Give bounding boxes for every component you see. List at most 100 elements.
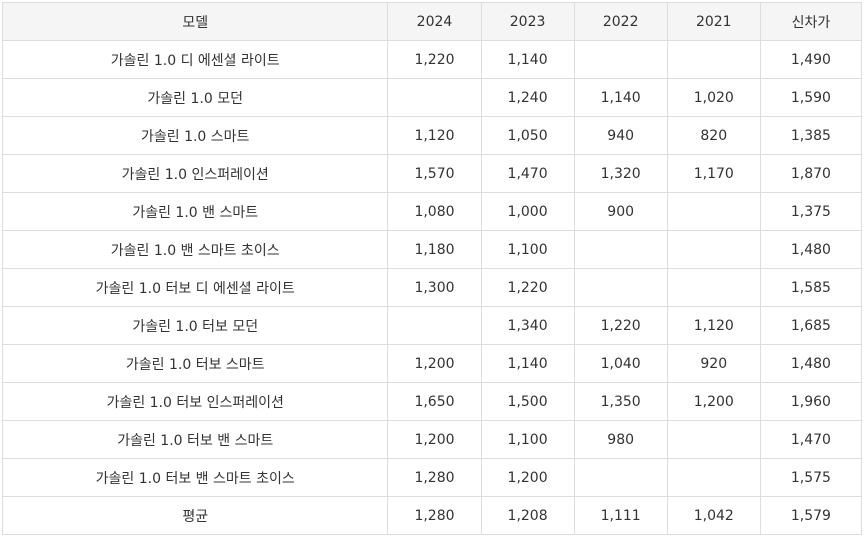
cell-2022: 1,140: [573, 78, 668, 117]
cell-2022: 900: [573, 192, 668, 231]
header-2021: 2021: [666, 2, 761, 41]
cell-2022: 1,111: [573, 496, 668, 535]
cell-new-car-price: 1,385: [759, 116, 863, 155]
cell-new-car-price: 1,590: [759, 78, 863, 117]
cell-new-car-price: 1,470: [759, 420, 863, 459]
cell-2021: 1,042: [666, 496, 761, 535]
cell-model: 가솔린 1.0 디 에센셜 라이트: [1, 40, 389, 79]
cell-new-car-price: 1,960: [759, 382, 863, 421]
cell-2022: [573, 458, 668, 497]
cell-new-car-price: 1,480: [759, 230, 863, 269]
cell-new-car-price: 1,490: [759, 40, 863, 79]
cell-2024: 1,280: [387, 458, 482, 497]
cell-2023: 1,220: [480, 268, 575, 307]
cell-2023: 1,140: [480, 344, 575, 383]
table-row-average: 평균 1,280 1,208 1,111 1,042 1,579: [1, 496, 863, 535]
cell-model: 가솔린 1.0 인스퍼레이션: [1, 154, 389, 193]
cell-2023: 1,200: [480, 458, 575, 497]
cell-2023: 1,140: [480, 40, 575, 79]
cell-2024: 1,180: [387, 230, 482, 269]
table-header-row: 모델 2024 2023 2022 2021 신차가: [1, 2, 863, 41]
table-row: 가솔린 1.0 터보 밴 스마트 초이스 1,280 1,200 1,575: [1, 458, 863, 497]
cell-2021: 820: [666, 116, 761, 155]
header-2024: 2024: [387, 2, 482, 41]
cell-2023: 1,000: [480, 192, 575, 231]
used-car-price-table: 모델 2024 2023 2022 2021 신차가 가솔린 1.0 디 에센셜…: [1, 2, 863, 535]
cell-model: 가솔린 1.0 터보 밴 스마트: [1, 420, 389, 459]
table-row: 가솔린 1.0 인스퍼레이션 1,570 1,470 1,320 1,170 1…: [1, 154, 863, 193]
cell-2023: 1,470: [480, 154, 575, 193]
cell-2024: 1,120: [387, 116, 482, 155]
cell-model: 가솔린 1.0 밴 스마트: [1, 192, 389, 231]
cell-2023: 1,340: [480, 306, 575, 345]
table-row: 가솔린 1.0 터보 인스퍼레이션 1,650 1,500 1,350 1,20…: [1, 382, 863, 421]
cell-2022: 1,320: [573, 154, 668, 193]
header-model: 모델: [1, 2, 389, 41]
cell-2022: 1,220: [573, 306, 668, 345]
table-row: 가솔린 1.0 모던 1,240 1,140 1,020 1,590: [1, 78, 863, 117]
cell-new-car-price: 1,575: [759, 458, 863, 497]
cell-2021: 1,020: [666, 78, 761, 117]
cell-model: 가솔린 1.0 터보 모던: [1, 306, 389, 345]
cell-model: 가솔린 1.0 터보 스마트: [1, 344, 389, 383]
cell-2023: 1,240: [480, 78, 575, 117]
cell-2022: 1,040: [573, 344, 668, 383]
table-row: 가솔린 1.0 터보 모던 1,340 1,220 1,120 1,685: [1, 306, 863, 345]
cell-2023: 1,100: [480, 230, 575, 269]
cell-2022: 940: [573, 116, 668, 155]
cell-model: 가솔린 1.0 밴 스마트 초이스: [1, 230, 389, 269]
cell-model: 가솔린 1.0 스마트: [1, 116, 389, 155]
cell-new-car-price: 1,480: [759, 344, 863, 383]
cell-new-car-price: 1,870: [759, 154, 863, 193]
cell-model: 가솔린 1.0 터보 인스퍼레이션: [1, 382, 389, 421]
cell-2021: 1,170: [666, 154, 761, 193]
cell-new-car-price: 1,579: [759, 496, 863, 535]
cell-model: 가솔린 1.0 터보 디 에센셜 라이트: [1, 268, 389, 307]
cell-2024: 1,080: [387, 192, 482, 231]
cell-2022: [573, 40, 668, 79]
table-row: 가솔린 1.0 디 에센셜 라이트 1,220 1,140 1,490: [1, 40, 863, 79]
cell-2022: [573, 268, 668, 307]
cell-model: 가솔린 1.0 터보 밴 스마트 초이스: [1, 458, 389, 497]
cell-2024: 1,280: [387, 496, 482, 535]
header-2022: 2022: [573, 2, 668, 41]
table-row: 가솔린 1.0 스마트 1,120 1,050 940 820 1,385: [1, 116, 863, 155]
cell-2024: 1,200: [387, 420, 482, 459]
cell-2023: 1,208: [480, 496, 575, 535]
cell-2024: 1,300: [387, 268, 482, 307]
cell-2022: 980: [573, 420, 668, 459]
cell-2024: 1,650: [387, 382, 482, 421]
cell-2021: [666, 230, 761, 269]
cell-2023: 1,050: [480, 116, 575, 155]
cell-2021: 920: [666, 344, 761, 383]
price-table-container: 모델 2024 2023 2022 2021 신차가 가솔린 1.0 디 에센셜…: [1, 2, 863, 535]
header-2023: 2023: [480, 2, 575, 41]
cell-model: 평균: [1, 496, 389, 535]
cell-2021: [666, 420, 761, 459]
cell-2023: 1,500: [480, 382, 575, 421]
cell-2024: 1,220: [387, 40, 482, 79]
cell-2024: 1,200: [387, 344, 482, 383]
cell-2021: [666, 268, 761, 307]
table-row: 가솔린 1.0 터보 디 에센셜 라이트 1,300 1,220 1,585: [1, 268, 863, 307]
cell-new-car-price: 1,685: [759, 306, 863, 345]
cell-2022: 1,350: [573, 382, 668, 421]
cell-new-car-price: 1,375: [759, 192, 863, 231]
cell-2024: [387, 306, 482, 345]
cell-new-car-price: 1,585: [759, 268, 863, 307]
cell-2022: [573, 230, 668, 269]
cell-2021: 1,200: [666, 382, 761, 421]
cell-2021: [666, 40, 761, 79]
cell-2021: [666, 458, 761, 497]
cell-model: 가솔린 1.0 모던: [1, 78, 389, 117]
table-row: 가솔린 1.0 터보 밴 스마트 1,200 1,100 980 1,470: [1, 420, 863, 459]
cell-2021: 1,120: [666, 306, 761, 345]
cell-2024: 1,570: [387, 154, 482, 193]
header-new-car-price: 신차가: [759, 2, 863, 41]
cell-2023: 1,100: [480, 420, 575, 459]
cell-2024: [387, 78, 482, 117]
table-row: 가솔린 1.0 밴 스마트 초이스 1,180 1,100 1,480: [1, 230, 863, 269]
table-row: 가솔린 1.0 밴 스마트 1,080 1,000 900 1,375: [1, 192, 863, 231]
cell-2021: [666, 192, 761, 231]
table-row: 가솔린 1.0 터보 스마트 1,200 1,140 1,040 920 1,4…: [1, 344, 863, 383]
